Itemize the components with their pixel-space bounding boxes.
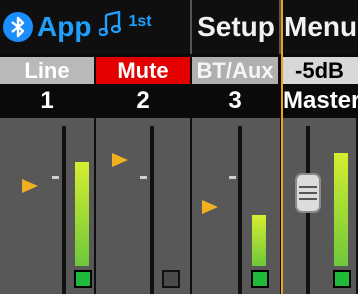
channel-3-input-label[interactable]: BT/Aux <box>192 57 278 84</box>
channel-3-fader-track[interactable] <box>238 126 242 294</box>
channel-3-level-pointer-icon[interactable] <box>202 200 218 214</box>
channel-1-level-pointer-icon[interactable] <box>22 179 38 193</box>
channel-3-meter-fill <box>252 215 266 266</box>
fader-knob-icon[interactable] <box>295 173 321 213</box>
channel-1-signal-led <box>74 270 92 288</box>
channel-3-number: 3 <box>192 87 278 115</box>
channel-2-number: 2 <box>96 87 190 115</box>
header-bar: App 1st Setup Menu <box>0 0 358 54</box>
master-strip[interactable] <box>282 118 358 294</box>
bluetooth-icon <box>3 12 33 42</box>
app-label: App <box>37 11 92 42</box>
channel-2-fader-track[interactable] <box>150 126 154 294</box>
master-signal-led <box>333 270 351 288</box>
unity-tick <box>52 176 59 179</box>
unity-tick <box>229 176 236 179</box>
master-meter-fill <box>334 153 348 266</box>
channel-2-level-pointer-icon[interactable] <box>112 153 128 167</box>
app-number-label: 1st <box>127 13 151 40</box>
master-level-readout: -5dB <box>281 57 358 84</box>
mixer-app: App 1st Setup Menu Line Mute BT/Aux -5dB… <box>0 0 358 294</box>
channel-1-number: 1 <box>0 87 94 115</box>
channel-2-strip[interactable] <box>96 118 192 294</box>
unity-tick <box>140 176 147 179</box>
channel-3-signal-led <box>251 270 269 288</box>
tab-menu[interactable]: Menu <box>280 0 358 54</box>
tab-setup[interactable]: Setup <box>192 0 280 54</box>
channel-1-input-label[interactable]: Line <box>0 57 94 84</box>
channel-1-fader-track[interactable] <box>62 126 66 294</box>
channel-2-mute-label[interactable]: Mute <box>96 57 190 84</box>
channel-3-strip[interactable] <box>192 118 282 294</box>
music-note-icon <box>98 9 122 44</box>
channel-2-signal-led <box>162 270 180 288</box>
master-label: Master <box>281 87 358 115</box>
channel-1-meter-fill <box>75 162 89 266</box>
tab-app[interactable]: App 1st <box>0 0 192 54</box>
channel-1-strip[interactable] <box>0 118 96 294</box>
ordinal-suffix: 1st <box>128 13 152 31</box>
